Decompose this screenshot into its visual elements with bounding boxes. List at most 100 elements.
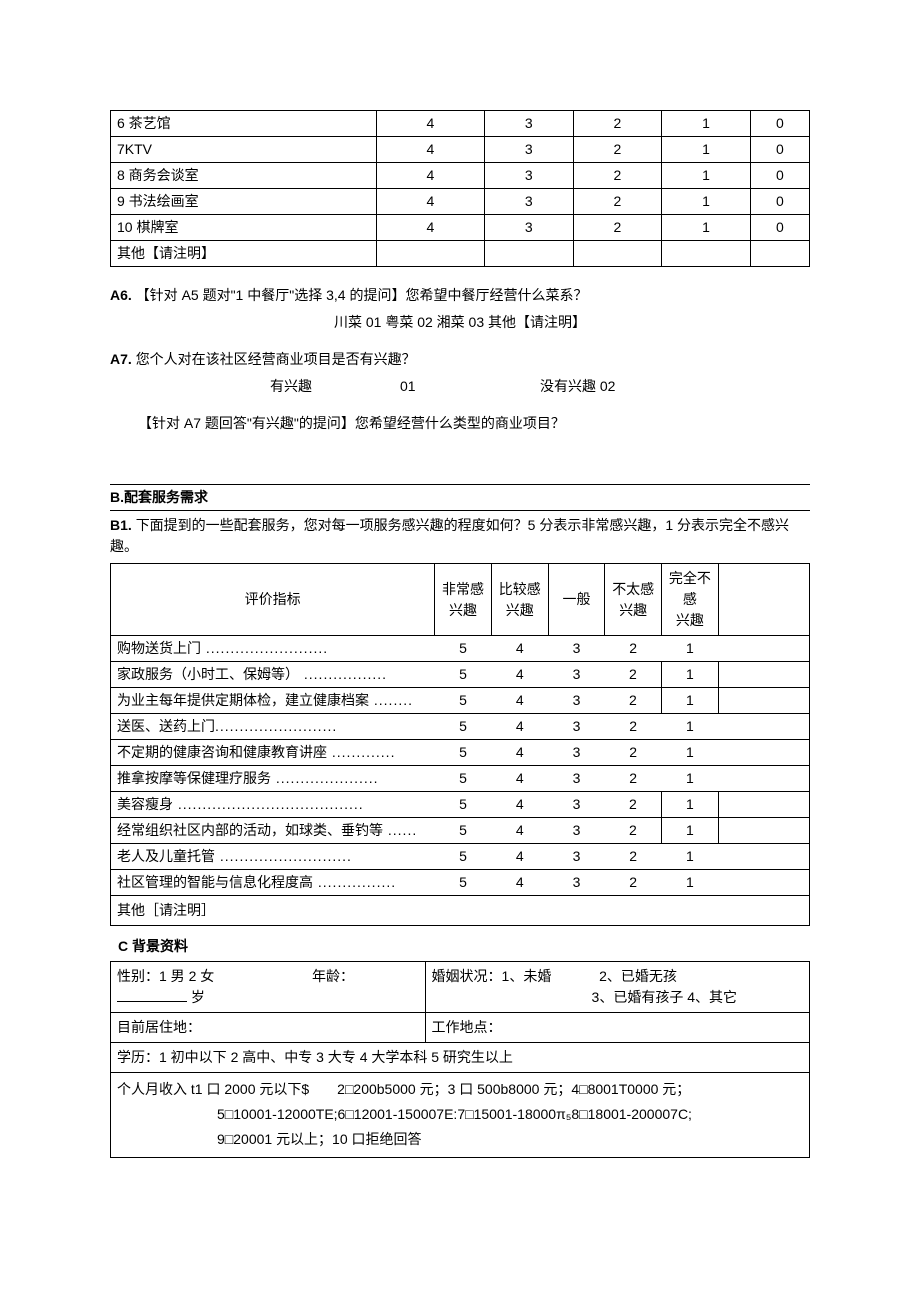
rating-cell: 3 [548, 870, 605, 896]
b1-text: 下面提到的一些配套服务，您对每一项服务感兴趣的程度如何？5 分表示非常感兴趣，1… [110, 517, 789, 554]
trailing-cell [718, 740, 809, 766]
a7-followup: 【针对 A7 题回答"有兴趣"的提问】您希望经营什么类型的商业项目？ [110, 413, 810, 434]
rating-cell [573, 241, 662, 267]
bg-marital-2: 2、已婚无孩 [599, 968, 677, 984]
rating-cell: 2 [573, 189, 662, 215]
row-label: 其他【请注明】 [111, 241, 377, 267]
row-label: 9 书法绘画室 [111, 189, 377, 215]
rating-cell: 4 [376, 137, 484, 163]
bg-gender-age: 性别：1 男 2 女 年龄： 岁 [111, 962, 426, 1013]
row-label: 经常组织社区内部的活动，如球类、垂钓等 ...... [111, 818, 435, 844]
rating-cell: 0 [750, 215, 809, 241]
table-row: 7KTV43210 [111, 137, 810, 163]
rating-cell: 2 [605, 662, 662, 688]
rating-cell: 1 [662, 662, 719, 688]
a6-options: 川菜 01 粤菜 02 湘菜 03 其他【请注明】 [110, 312, 810, 333]
bg-education: 学历：1 初中以下 2 高中、中专 3 大专 4 大学本科 5 研究生以上 [111, 1043, 810, 1073]
rating-cell: 2 [573, 111, 662, 137]
rating-cell: 1 [662, 636, 719, 662]
rating-cell: 5 [435, 714, 492, 740]
rating-cell: 3 [548, 688, 605, 714]
rating-cell: 3 [548, 844, 605, 870]
rating-cell: 2 [605, 714, 662, 740]
rating-cell: 2 [573, 215, 662, 241]
rating-cell: 2 [605, 688, 662, 714]
rating-cell: 4 [491, 714, 548, 740]
rating-cell: 4 [491, 766, 548, 792]
rating-cell: 5 [435, 688, 492, 714]
rating-cell: 2 [605, 766, 662, 792]
rating-cell: 1 [662, 163, 751, 189]
bg-gender: 性别：1 男 2 女 [117, 968, 214, 984]
table-row: 家政服务（小时工、保姆等） .................54321 [111, 662, 810, 688]
rating-cell: 5 [435, 766, 492, 792]
rating-cell [662, 241, 751, 267]
rating-cell: 2 [605, 844, 662, 870]
rating-cell: 1 [662, 740, 719, 766]
rating-cell: 1 [662, 137, 751, 163]
table-row: 10 棋牌室43210 [111, 215, 810, 241]
row-label: 家政服务（小时工、保姆等） ................. [111, 662, 435, 688]
rating-cell: 4 [491, 662, 548, 688]
bg-income: 个人月收入 t1 口 2000 元以下$ 2□200b5000 元；3 口 50… [111, 1073, 810, 1158]
table-row: 其他【请注明】 [111, 241, 810, 267]
bg-age-label: 年龄： [312, 968, 354, 984]
trailing-cell [718, 766, 809, 792]
trailing-cell [718, 636, 809, 662]
a7-text: 您个人对在该社区经营商业项目是否有兴趣？ [136, 351, 416, 367]
rating-cell: 3 [548, 818, 605, 844]
rating-cell [376, 241, 484, 267]
b1-prefix: B1. [110, 517, 132, 533]
rating-cell: 1 [662, 714, 719, 740]
col-header: 一般 [548, 564, 605, 636]
question-a7: A7. 您个人对在该社区经营商业项目是否有兴趣？ [110, 349, 810, 370]
row-label: 为业主每年提供定期体检，建立健康档案 ........ [111, 688, 435, 714]
rating-cell: 3 [548, 766, 605, 792]
rating-cell: 5 [435, 740, 492, 766]
rating-cell: 5 [435, 662, 492, 688]
rating-cell: 3 [484, 163, 573, 189]
rating-cell [484, 241, 573, 267]
row-label: 不定期的健康咨询和健康教育讲座 ............. [111, 740, 435, 766]
row-label: 6 茶艺馆 [111, 111, 377, 137]
rating-cell: 1 [662, 870, 719, 896]
bg-income-line1: 个人月收入 t1 口 2000 元以下$ 2□200b5000 元；3 口 50… [117, 1077, 803, 1102]
rating-cell: 4 [491, 870, 548, 896]
rating-cell: 1 [662, 818, 719, 844]
table-a5-continued: 6 茶艺馆432107KTV432108 商务会谈室432109 书法绘画室43… [110, 110, 810, 267]
rating-cell: 3 [548, 636, 605, 662]
rating-cell: 0 [750, 137, 809, 163]
rating-cell: 2 [605, 636, 662, 662]
bg-age-input[interactable] [117, 988, 187, 1002]
bg-residence: 目前居住地： [111, 1013, 426, 1043]
rating-cell: 4 [491, 688, 548, 714]
a7-options: 有兴趣 01 没有兴趣 02 [110, 376, 810, 397]
a7-opt-yes: 有兴趣 [270, 376, 400, 397]
rating-cell: 2 [573, 163, 662, 189]
rating-cell: 3 [548, 792, 605, 818]
table-row: 推拿按摩等保健理疗服务 .....................54321 [111, 766, 810, 792]
table-row: 9 书法绘画室43210 [111, 189, 810, 215]
rating-cell: 2 [605, 792, 662, 818]
rating-cell: 4 [491, 792, 548, 818]
col-header: 不太感兴趣 [605, 564, 662, 636]
rating-cell: 4 [491, 818, 548, 844]
background-table: 性别：1 男 2 女 年龄： 岁 婚姻状况：1、未婚 2、已婚无孩 3、已婚有孩… [110, 961, 810, 1158]
rating-cell: 3 [548, 714, 605, 740]
rating-cell: 1 [662, 189, 751, 215]
rating-cell: 1 [662, 766, 719, 792]
rating-cell: 0 [750, 163, 809, 189]
table-row: 美容瘦身 ...................................… [111, 792, 810, 818]
rating-cell: 4 [491, 844, 548, 870]
rating-cell: 3 [484, 215, 573, 241]
table-row: 不定期的健康咨询和健康教育讲座 .............54321 [111, 740, 810, 766]
trailing-cell [718, 870, 809, 896]
col-header: 评价指标 [111, 564, 435, 636]
section-b-header: B.配套服务需求 [110, 485, 810, 511]
trailing-cell [718, 844, 809, 870]
table-row: 购物送货上门 .........................54321 [111, 636, 810, 662]
bg-marital-3: 3、已婚有孩子 4、其它 [432, 987, 737, 1008]
row-label: 美容瘦身 ...................................… [111, 792, 435, 818]
row-label: 10 棋牌室 [111, 215, 377, 241]
rating-cell: 4 [376, 215, 484, 241]
